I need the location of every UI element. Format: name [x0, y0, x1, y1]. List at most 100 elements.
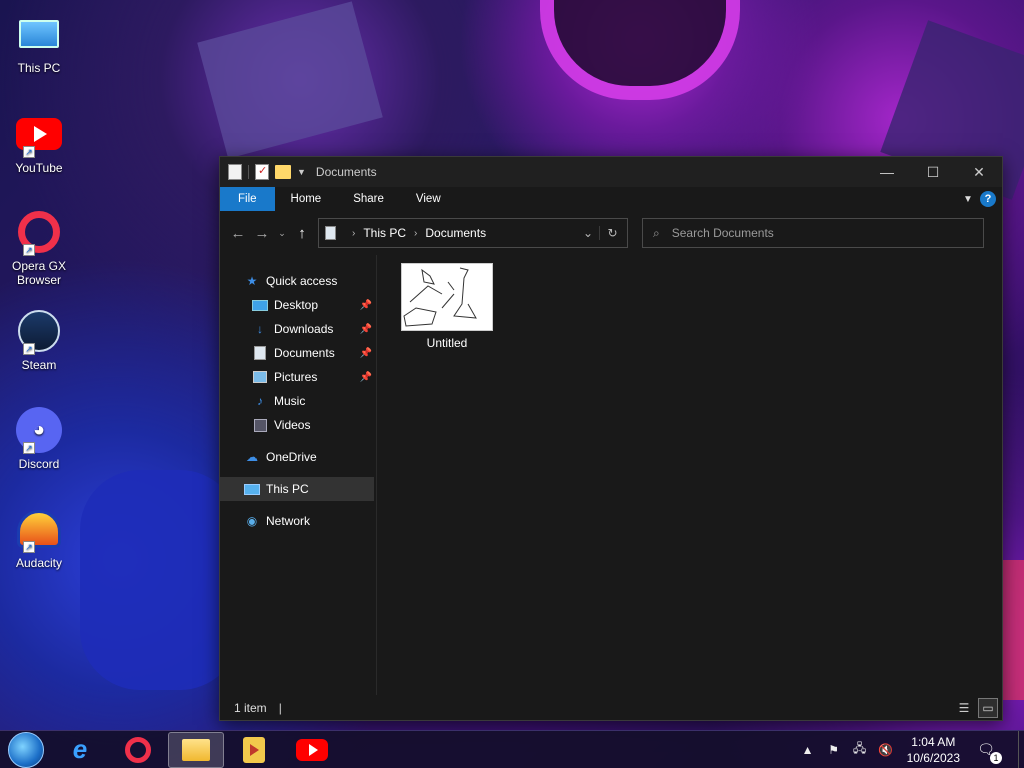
search-input[interactable]	[671, 226, 952, 240]
documents-icon	[325, 226, 336, 240]
taskbar-media-player[interactable]	[226, 732, 282, 768]
system-tray: ▲ ⚑ 🖧 🔇 1:04 AM 10/6/2023 🗨 1	[799, 731, 1024, 768]
sidebar-item-label: Downloads	[274, 322, 334, 336]
status-bar: 1 item | ☰ ▭	[220, 695, 1002, 720]
forward-button[interactable]: →	[250, 219, 274, 247]
taskbar-opera-gx[interactable]	[110, 732, 166, 768]
clock[interactable]: 1:04 AM 10/6/2023	[907, 734, 960, 766]
file-list[interactable]: Untitled	[377, 255, 1002, 697]
steam-icon: ↗	[15, 307, 63, 355]
desktop-icon-label: Discord	[18, 457, 60, 471]
file-explorer-window: ▼ Documents — ☐ ✕ File Home Share View ▼…	[219, 156, 1003, 721]
explorer-body: ★ Quick access Desktop 📌 ↓ Downloads 📌 D…	[220, 255, 1002, 697]
show-hidden-icons-icon[interactable]: ▲	[799, 743, 817, 757]
volume-muted-icon[interactable]: 🔇	[877, 743, 895, 757]
minimize-button[interactable]: —	[864, 157, 910, 187]
desktop-icon-youtube[interactable]: ↗ YouTube	[4, 110, 74, 175]
sidebar-item-documents[interactable]: Documents 📌	[220, 341, 376, 365]
new-folder-icon[interactable]	[275, 165, 291, 179]
sidebar-item-pictures[interactable]: Pictures 📌	[220, 365, 376, 389]
title-bar[interactable]: ▼ Documents — ☐ ✕	[220, 157, 1002, 187]
maximize-button[interactable]: ☐	[910, 157, 956, 187]
item-count: 1 item	[234, 700, 267, 715]
shortcut-arrow-icon: ↗	[23, 343, 35, 355]
breadcrumb-documents[interactable]: Documents	[425, 226, 486, 240]
desktop-icon-audacity[interactable]: ↗ Audacity	[4, 505, 74, 570]
help-icon[interactable]: ?	[980, 191, 996, 207]
download-arrow-icon: ↓	[257, 322, 263, 336]
sidebar-item-music[interactable]: ♪ Music	[220, 389, 376, 413]
shortcut-arrow-icon: ↗	[23, 442, 35, 454]
start-button[interactable]	[8, 731, 44, 768]
tab-file[interactable]: File	[220, 187, 275, 211]
sidebar-item-label: Pictures	[274, 370, 318, 384]
sidebar-item-network[interactable]: ◉ Network	[220, 509, 376, 533]
shortcut-arrow-icon: ↗	[23, 541, 35, 553]
discord-icon: ◕ ↗	[15, 406, 63, 454]
pin-icon: 📌	[359, 371, 372, 383]
large-icons-view-button[interactable]: ▭	[978, 697, 998, 718]
desktop-icon-steam[interactable]: ↗ Steam	[4, 307, 74, 372]
desktop-icon-label: Steam	[21, 358, 57, 372]
desktop-icon-label: YouTube	[15, 161, 63, 175]
sidebar-item-downloads[interactable]: ↓ Downloads 📌	[220, 317, 376, 341]
taskbar: e ▲ ⚑ 🖧 🔇 1:04 AM 10/6/2023 🗨 1	[0, 730, 1024, 768]
navigation-pane: ★ Quick access Desktop 📌 ↓ Downloads 📌 D…	[220, 255, 377, 697]
taskbar-internet-explorer[interactable]: e	[52, 732, 108, 768]
sidebar-item-this-pc[interactable]: This PC	[220, 477, 374, 501]
pin-icon: 📌	[359, 299, 372, 311]
properties-icon[interactable]	[255, 164, 269, 180]
wallpaper-shape	[197, 1, 383, 159]
details-view-button[interactable]: ☰	[954, 698, 974, 718]
sidebar-item-videos[interactable]: Videos	[220, 413, 376, 437]
clock-date: 10/6/2023	[906, 750, 960, 765]
sidebar-item-label: Music	[274, 394, 306, 408]
breadcrumb-this-pc[interactable]: This PC	[363, 226, 406, 240]
address-history-dropdown[interactable]: ⌄	[577, 226, 599, 240]
desktop-icon-discord[interactable]: ◕ ↗ Discord	[4, 406, 74, 471]
tab-home[interactable]: Home	[275, 187, 338, 211]
desktop-icon-opera-gx[interactable]: ↗ Opera GX Browser	[4, 208, 74, 287]
expand-ribbon-chevron-icon[interactable]: ▼	[958, 187, 978, 211]
taskbar-file-explorer[interactable]	[168, 731, 224, 768]
quick-access-toolbar-dropdown[interactable]: ▼	[297, 167, 306, 177]
network-icon[interactable]: 🖧	[851, 739, 869, 760]
action-center-flag-icon[interactable]: ⚑	[825, 743, 843, 757]
refresh-icon[interactable]: ↻	[599, 226, 621, 240]
documents-icon	[254, 346, 266, 360]
up-button[interactable]: ↑	[290, 219, 314, 247]
breadcrumb-separator-icon[interactable]: ›	[414, 228, 417, 239]
shortcut-arrow-icon: ↗	[23, 244, 35, 256]
file-item[interactable]: Untitled	[397, 263, 497, 350]
desktop-icon-label: Opera GX Browser	[11, 259, 67, 287]
recent-locations-dropdown[interactable]: ⌄	[274, 219, 290, 247]
notifications-button[interactable]: 🗨 1	[974, 738, 1002, 764]
taskbar-youtube[interactable]	[284, 732, 340, 768]
tab-share[interactable]: Share	[337, 187, 400, 211]
video-icon	[253, 418, 267, 432]
search-box[interactable]: ⌕	[642, 218, 984, 248]
breadcrumb-separator-icon: ›	[352, 227, 356, 239]
show-desktop-button[interactable]	[1018, 731, 1024, 768]
sidebar-item-quick-access[interactable]: ★ Quick access	[220, 269, 376, 293]
pin-icon: 📌	[359, 323, 372, 335]
pictures-icon	[253, 371, 267, 383]
computer-icon	[244, 483, 260, 495]
back-button[interactable]: ←	[226, 219, 250, 247]
pin-icon: 📌	[359, 347, 372, 359]
address-bar[interactable]: › This PC › Documents ⌄ ↻	[318, 218, 628, 248]
close-button[interactable]: ✕	[956, 157, 1002, 187]
sidebar-item-onedrive[interactable]: ☁ OneDrive	[220, 445, 376, 469]
cloud-icon: ☁	[246, 450, 258, 464]
desktop-icon-this-pc[interactable]: This PC	[4, 10, 74, 75]
internet-explorer-icon: e	[72, 734, 88, 764]
navigation-bar: ← → ⌄ ↑ › This PC › Documents ⌄ ↻ ⌕	[220, 211, 1002, 255]
tab-view[interactable]: View	[400, 187, 457, 211]
video-player-icon	[243, 736, 265, 763]
sidebar-item-label: This PC	[266, 482, 309, 496]
sidebar-item-label: OneDrive	[266, 450, 317, 464]
opera-gx-icon: ↗	[15, 208, 63, 256]
divider	[248, 165, 249, 179]
clock-time: 1:04 AM	[911, 734, 956, 749]
sidebar-item-desktop[interactable]: Desktop 📌	[220, 293, 376, 317]
